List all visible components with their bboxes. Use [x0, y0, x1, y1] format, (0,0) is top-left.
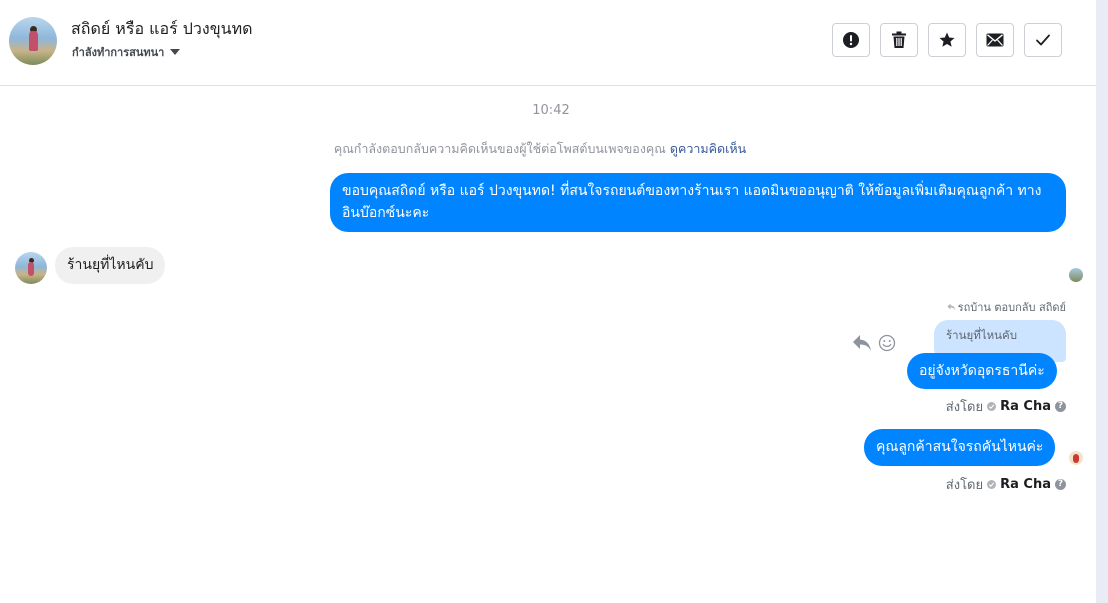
message-timestamp: 10:42 — [532, 103, 570, 118]
comment-reply-context: คุณกำลังตอบกลับความคิดเห็นของผู้ใช้ต่อโพ… — [0, 139, 1080, 159]
sent-by-info: ส่งโดย Ra Cha ? — [946, 396, 1066, 417]
mark-spam-button[interactable] — [832, 23, 870, 57]
contact-name[interactable]: สถิดย์ หรือ แอร์ ปวงขุนทด — [71, 17, 253, 42]
sent-by-label: ส่งโดย — [945, 478, 984, 493]
star-conversation-button[interactable] — [928, 23, 966, 57]
sent-by-label: ส่งโดย — [945, 400, 984, 415]
conversation-header: สถิดย์ หรือ แอร์ ปวงขุนทด กำลังทำการสนทน… — [0, 0, 1096, 86]
caret-down-icon — [170, 49, 181, 55]
help-icon[interactable]: ? — [1055, 479, 1066, 490]
conversation-status-label: กำลังทำการสนทนา — [72, 46, 165, 59]
reply-indicator-text: รถบ้าน ตอบกลับ สถิดย์ — [957, 301, 1066, 314]
check-icon — [1036, 34, 1050, 46]
delete-conversation-button[interactable] — [880, 23, 918, 57]
seen-by-avatar — [1069, 451, 1083, 465]
incoming-message-bubble[interactable]: ร้านยุที่ไหนคับ — [55, 247, 166, 284]
alert-circle-icon — [843, 32, 859, 48]
sender-name[interactable]: Ra Cha — [1000, 399, 1051, 414]
contact-avatar[interactable] — [9, 17, 57, 65]
star-icon — [939, 32, 955, 47]
trash-icon — [892, 31, 906, 48]
message-actions — [852, 334, 896, 352]
sender-name[interactable]: Ra Cha — [1000, 477, 1051, 492]
customer-avatar[interactable] — [15, 252, 47, 284]
sent-by-info: ส่งโดย Ra Cha ? — [946, 474, 1066, 495]
reply-indicator: รถบ้าน ตอบกลับ สถิดย์ — [947, 298, 1066, 316]
verified-check-icon — [987, 402, 997, 411]
mark-unread-button[interactable] — [976, 23, 1014, 57]
outgoing-message-bubble[interactable]: ขอบคุณสถิดย์ หรือ แอร์ ปวงขุนทด! ที่สนใจ… — [330, 173, 1066, 232]
mark-done-button[interactable] — [1024, 23, 1062, 57]
outgoing-message-bubble[interactable]: อยู่จังหวัดอุดรธานีค่ะ — [907, 353, 1057, 389]
envelope-icon — [986, 33, 1004, 47]
comment-reply-context-text: คุณกำลังตอบกลับความคิดเห็นของผู้ใช้ต่อโพ… — [333, 141, 666, 156]
scrollbar-track[interactable] — [1096, 0, 1108, 603]
verified-check-icon — [987, 480, 997, 489]
outgoing-message-bubble[interactable]: คุณลูกค้าสนใจรถคันไหนค่ะ — [864, 429, 1056, 466]
help-icon[interactable]: ? — [1055, 401, 1066, 412]
view-comment-link[interactable]: ดูความคิดเห็น — [670, 141, 746, 156]
seen-by-avatar — [1069, 268, 1083, 282]
emoji-reaction-icon[interactable] — [878, 334, 896, 352]
conversation-status-dropdown[interactable]: กำลังทำการสนทนา — [72, 43, 181, 61]
reply-icon[interactable] — [852, 334, 872, 352]
reply-small-icon — [947, 303, 956, 311]
